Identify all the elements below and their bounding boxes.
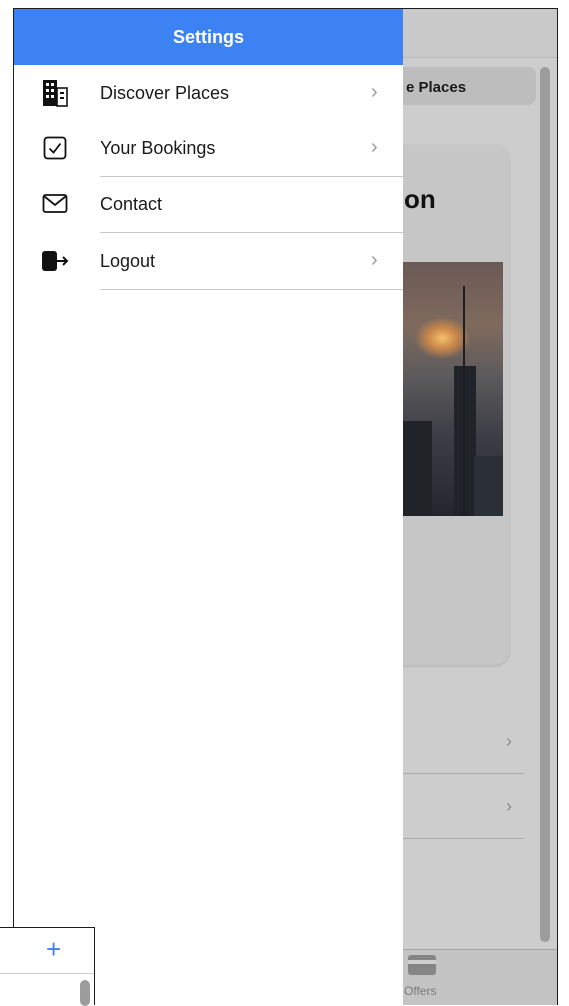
menu-item-contact[interactable]: Contact (14, 176, 403, 233)
building-shape (402, 421, 432, 516)
app-window: e Places on › › Offers Settings Discover… (13, 8, 558, 1005)
chevron-right-icon: › (371, 136, 378, 158)
city-sunset-image (402, 262, 503, 516)
chevron-right-icon: › (371, 249, 378, 271)
background-segment-label: e Places (406, 79, 467, 96)
divider (0, 973, 94, 974)
menu-item-your-bookings[interactable]: Your Bookings › (14, 120, 403, 177)
building-shape (474, 456, 503, 516)
add-button[interactable]: + (46, 936, 61, 962)
chevron-right-icon: › (371, 81, 378, 103)
background-scrollbar (540, 67, 550, 942)
background-card-title: on (404, 184, 436, 214)
side-drawer: Settings Discover Places › Your Bookings… (14, 9, 403, 1005)
scrollbar[interactable] (80, 980, 90, 1006)
background-tab-offers-label: Offers (404, 984, 437, 998)
menu-item-label: Discover Places (100, 83, 230, 103)
secondary-window: + (0, 927, 95, 1006)
drawer-header: Settings (14, 9, 403, 65)
mail-icon (40, 189, 70, 219)
credit-card-icon (408, 955, 436, 975)
menu-item-label: Contact (100, 194, 163, 214)
menu-item-logout[interactable]: Logout › (14, 233, 403, 290)
checkbox-icon (40, 133, 70, 163)
drawer-title: Settings (172, 26, 244, 47)
chevron-right-icon: › (506, 731, 512, 751)
menu-item-discover-places[interactable]: Discover Places › (14, 65, 403, 122)
building-shape (454, 366, 476, 516)
menu-item-label: Your Bookings (100, 138, 216, 158)
logout-icon (40, 246, 70, 276)
building-icon (40, 78, 70, 108)
menu-item-label: Logout (100, 251, 156, 271)
antenna-shape (463, 286, 465, 516)
chevron-right-icon: › (506, 796, 512, 816)
divider (100, 289, 403, 290)
